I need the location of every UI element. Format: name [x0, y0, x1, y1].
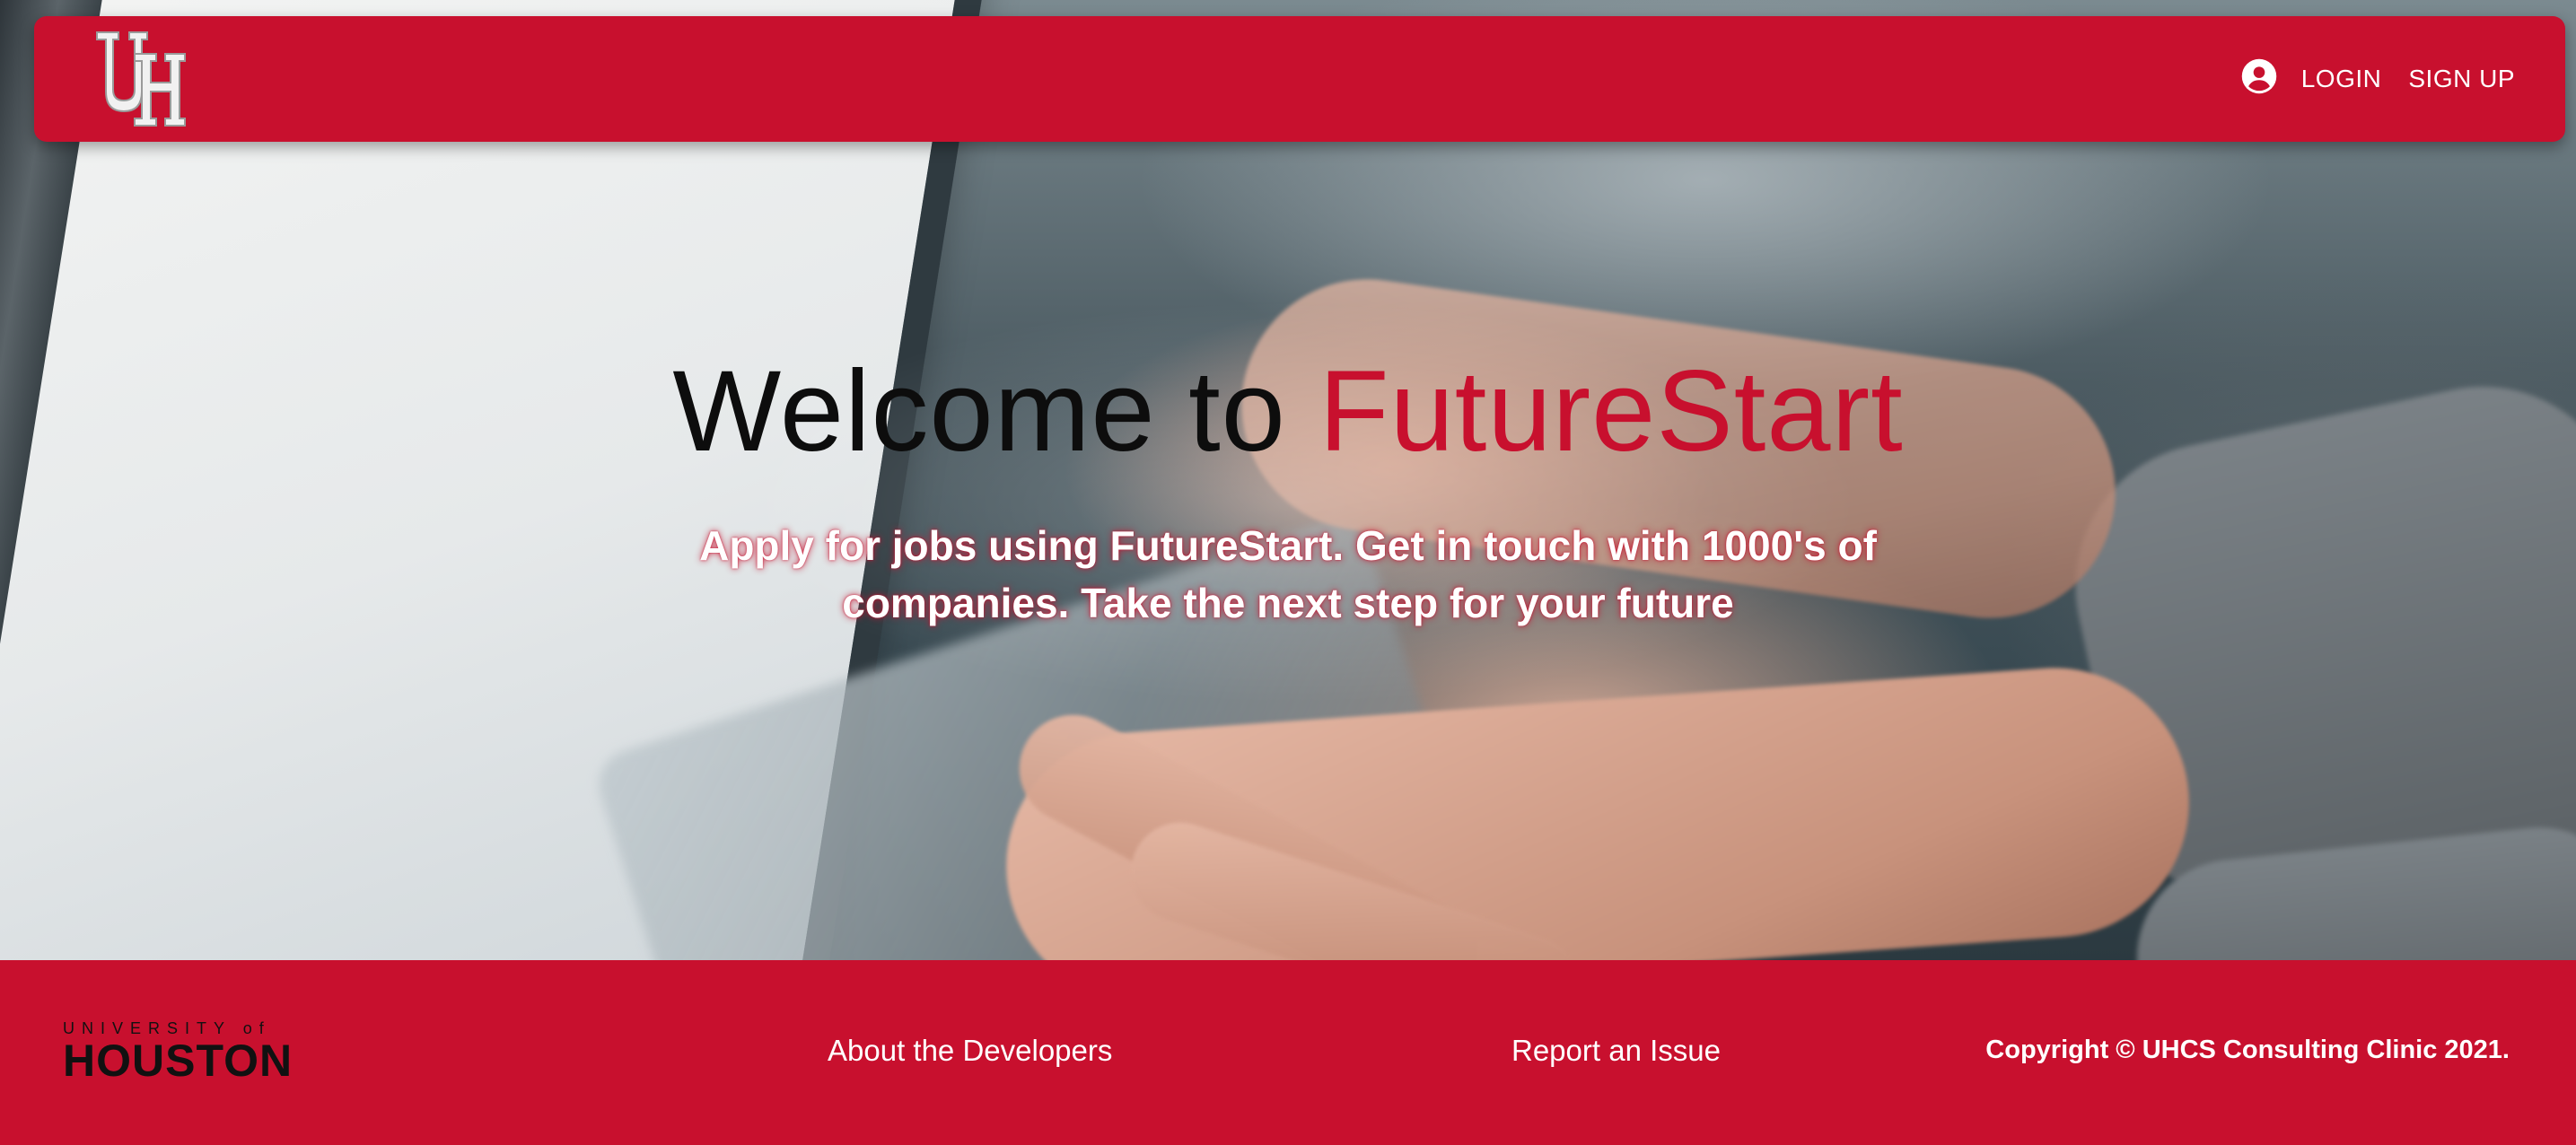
university-small-text: UNIVERSITY of: [63, 1019, 271, 1037]
title-accent: FutureStart: [1319, 347, 1904, 476]
uh-logo-icon[interactable]: [92, 27, 190, 133]
top-navbar: LOGIN SIGN UP: [34, 16, 2565, 142]
login-link[interactable]: LOGIN: [2301, 65, 2382, 93]
hero-subtitle: Apply for jobs using FutureStart. Get in…: [699, 522, 1877, 626]
about-developers-link[interactable]: About the Developers: [828, 1034, 1112, 1068]
report-issue-link[interactable]: Report an Issue: [1511, 1034, 1721, 1068]
nav-links: LOGIN SIGN UP: [2240, 56, 2515, 102]
university-of-houston-logo[interactable]: UNIVERSITY of HOUSTON: [63, 1019, 293, 1084]
title-prefix: Welcome to: [672, 347, 1319, 476]
hero-overlay: [0, 0, 2576, 960]
login-button[interactable]: LOGIN: [2240, 57, 2382, 101]
account-circle-icon: [2240, 57, 2278, 101]
footer: UNIVERSITY of HOUSTON About the Develope…: [0, 960, 2576, 1145]
page-title: Welcome to FutureStart: [0, 345, 2576, 477]
hero-background: [0, 0, 2576, 960]
signup-link[interactable]: SIGN UP: [2408, 65, 2515, 93]
copyright-text: Copyright © UHCS Consulting Clinic 2021.: [1985, 1036, 2510, 1064]
houston-text: HOUSTON: [63, 1036, 294, 1086]
